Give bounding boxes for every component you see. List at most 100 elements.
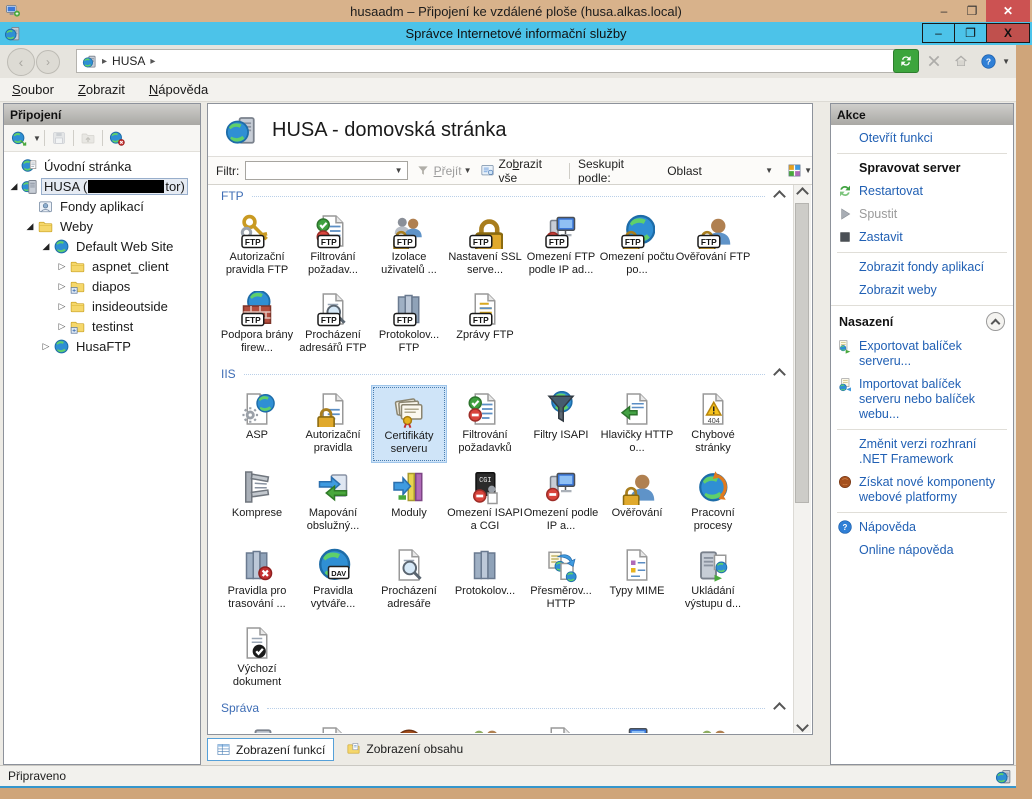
feature-item[interactable]: FTP Filtrování požadav...: [295, 207, 371, 285]
tree-expander-icon[interactable]: ▷: [56, 321, 68, 332]
feature-item[interactable]: [219, 719, 295, 733]
refresh-button[interactable]: [893, 49, 919, 73]
tree-expander-icon[interactable]: ▷: [56, 301, 68, 312]
section-collapse-icon[interactable]: [773, 190, 786, 203]
feature-item[interactable]: DAV Pravidla vytváře...: [295, 541, 371, 619]
feature-item[interactable]: FTP Protokolov... FTP: [371, 285, 447, 363]
group-by-select[interactable]: Oblast▼: [663, 161, 777, 180]
vertical-scrollbar[interactable]: [793, 185, 811, 733]
show-all-button[interactable]: Zobrazit vše: [480, 157, 561, 185]
feature-item[interactable]: [599, 719, 675, 733]
feature-item[interactable]: [295, 719, 371, 733]
breadcrumb[interactable]: ▸ HUSA ▸: [76, 49, 898, 73]
create-connection-icon[interactable]: [11, 130, 28, 147]
feature-item[interactable]: FTP Podpora brány firew...: [219, 285, 295, 363]
feature-item[interactable]: Filtrování požadavků: [447, 385, 523, 463]
feature-item[interactable]: Certifikáty serveru: [371, 385, 447, 463]
filter-input[interactable]: ▼: [245, 161, 407, 180]
feature-item[interactable]: [675, 719, 751, 733]
feature-item[interactable]: 404 Chybové stránky: [675, 385, 751, 463]
action-link[interactable]: Zobrazit weby: [831, 279, 1013, 302]
feature-item[interactable]: CGI Omezení ISAPI a CGI: [447, 463, 523, 541]
tree-node[interactable]: ▷ testinst: [4, 316, 200, 336]
app-restore-button[interactable]: ❐: [954, 23, 987, 43]
feature-item[interactable]: [447, 719, 523, 733]
help-button[interactable]: ?: [976, 50, 1000, 72]
feature-item[interactable]: Protokolov...: [447, 541, 523, 619]
feature-item[interactable]: [523, 719, 599, 733]
action-link[interactable]: Online nápověda: [831, 539, 1013, 562]
feature-item[interactable]: Mapování obslužný...: [295, 463, 371, 541]
action-link[interactable]: Získat nové komponenty webové platformy: [831, 471, 1013, 509]
feature-item[interactable]: Komprese: [219, 463, 295, 541]
help-dropdown-icon[interactable]: ▼: [1002, 57, 1010, 66]
action-link[interactable]: Restartovat: [831, 180, 1013, 203]
feature-item[interactable]: FTP Zprávy FTP: [447, 285, 523, 363]
menu-soubor[interactable]: Soubor: [0, 79, 66, 100]
tree-expander-icon[interactable]: ▷: [56, 281, 68, 292]
action-link[interactable]: Změnit verzi rozhraní .NET Framework: [831, 433, 1013, 471]
section-collapse-icon[interactable]: [773, 368, 786, 381]
feature-item[interactable]: FTP Autorizační pravidla FTP: [219, 207, 295, 285]
action-link[interactable]: ?Nápověda: [831, 516, 1013, 539]
menu-nápověda[interactable]: Nápověda: [137, 79, 220, 100]
action-link[interactable]: Otevřít funkci: [831, 127, 1013, 150]
menu-zobrazit[interactable]: Zobrazit: [66, 79, 137, 100]
feature-item[interactable]: Ověřování: [599, 463, 675, 541]
tree-node[interactable]: ◢ Weby: [4, 216, 200, 236]
feature-item[interactable]: Omezení podle IP a...: [523, 463, 599, 541]
feature-item[interactable]: Přesměrov... HTTP: [523, 541, 599, 619]
tree-node[interactable]: ▷ insideoutside: [4, 296, 200, 316]
rdp-close-button[interactable]: ✕: [986, 0, 1030, 22]
tree-node[interactable]: ▷ diapos: [4, 276, 200, 296]
action-link[interactable]: Exportovat balíček serveru...: [831, 335, 1013, 373]
scroll-up-icon[interactable]: [794, 185, 810, 201]
feature-item[interactable]: Autorizační pravidla: [295, 385, 371, 463]
feature-item[interactable]: Pracovní procesy: [675, 463, 751, 541]
action-link[interactable]: Zastavit: [831, 226, 1013, 249]
view-button[interactable]: ▼: [787, 163, 812, 178]
breadcrumb-item[interactable]: HUSA: [112, 54, 145, 68]
scroll-down-icon[interactable]: [794, 717, 810, 733]
delete-connection-icon[interactable]: [109, 130, 126, 147]
action-link[interactable]: Importovat balíček serveru nebo balíček …: [831, 373, 1013, 426]
feature-item[interactable]: Pravidla pro trasování ...: [219, 541, 295, 619]
tree-expander-icon[interactable]: ◢: [8, 181, 20, 192]
feature-item[interactable]: ASP: [219, 385, 295, 463]
feature-item[interactable]: Výchozí dokument: [219, 619, 295, 697]
action-link[interactable]: Zobrazit fondy aplikací: [831, 256, 1013, 279]
feature-item[interactable]: Ukládání výstupu d...: [675, 541, 751, 619]
feature-item[interactable]: FTP Izolace uživatelů ...: [371, 207, 447, 285]
tree-node[interactable]: Úvodní stránka: [4, 156, 200, 176]
tree-node[interactable]: ▷ aspnet_client: [4, 256, 200, 276]
feature-item[interactable]: Procházení adresáře: [371, 541, 447, 619]
feature-item[interactable]: FTP Nastavení SSL serve...: [447, 207, 523, 285]
tab-features-view[interactable]: Zobrazení funkcí: [207, 738, 334, 761]
feature-item[interactable]: Moduly: [371, 463, 447, 541]
tree-expander-icon[interactable]: ▷: [56, 261, 68, 272]
app-minimize-button[interactable]: –: [922, 23, 955, 43]
create-connection-dropdown-icon[interactable]: ▼: [33, 134, 41, 143]
tree-node[interactable]: ◢ Default Web Site: [4, 236, 200, 256]
rdp-minimize-button[interactable]: –: [930, 0, 958, 22]
section-collapse-icon[interactable]: [773, 702, 786, 715]
collapse-section-button[interactable]: [986, 312, 1005, 331]
tree-node[interactable]: Fondy aplikací: [4, 196, 200, 216]
feature-item[interactable]: FTP Omezení FTP podle IP ad...: [523, 207, 599, 285]
feature-item[interactable]: Filtry ISAPI: [523, 385, 599, 463]
feature-item[interactable]: FTP Omezení počtu po...: [599, 207, 675, 285]
rdp-restore-button[interactable]: ❐: [958, 0, 986, 22]
feature-item[interactable]: FTP Ověřování FTP: [675, 207, 751, 285]
feature-item[interactable]: Typy MIME: [599, 541, 675, 619]
tree-node[interactable]: ◢ HUSA (tor): [4, 176, 200, 196]
tree-expander-icon[interactable]: ◢: [40, 241, 52, 252]
tab-content-view[interactable]: Zobrazení obsahu: [338, 738, 471, 759]
back-button[interactable]: ‹: [7, 48, 35, 76]
tree-expander-icon[interactable]: ◢: [24, 221, 36, 232]
feature-item[interactable]: FTP Procházení adresářů FTP: [295, 285, 371, 363]
app-close-button[interactable]: X: [986, 23, 1030, 43]
tree-expander-icon[interactable]: ▷: [40, 341, 52, 352]
forward-button[interactable]: ›: [36, 50, 60, 74]
breadcrumb-arrow-icon[interactable]: ▸: [150, 56, 155, 67]
tree-node[interactable]: ▷ HusaFTP: [4, 336, 200, 356]
